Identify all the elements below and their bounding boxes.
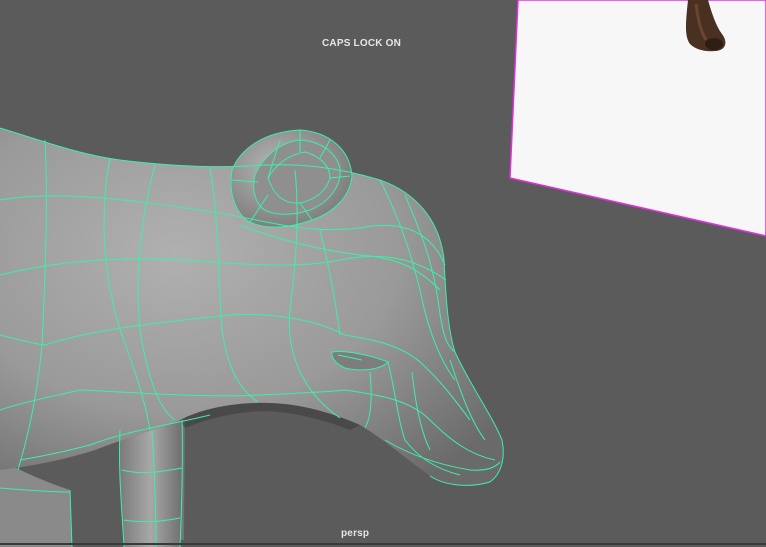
- caps-lock-indicator: CAPS LOCK ON: [322, 38, 402, 49]
- dog-head-polygon-mesh[interactable]: [0, 127, 504, 547]
- maya-perspective-viewport[interactable]: CAPS LOCK ON persp: [0, 0, 766, 547]
- reference-image-plane[interactable]: [509, 0, 766, 237]
- viewport-scene[interactable]: [0, 0, 766, 547]
- camera-name-label: persp: [341, 528, 370, 539]
- front-leg-mesh: [119, 420, 183, 547]
